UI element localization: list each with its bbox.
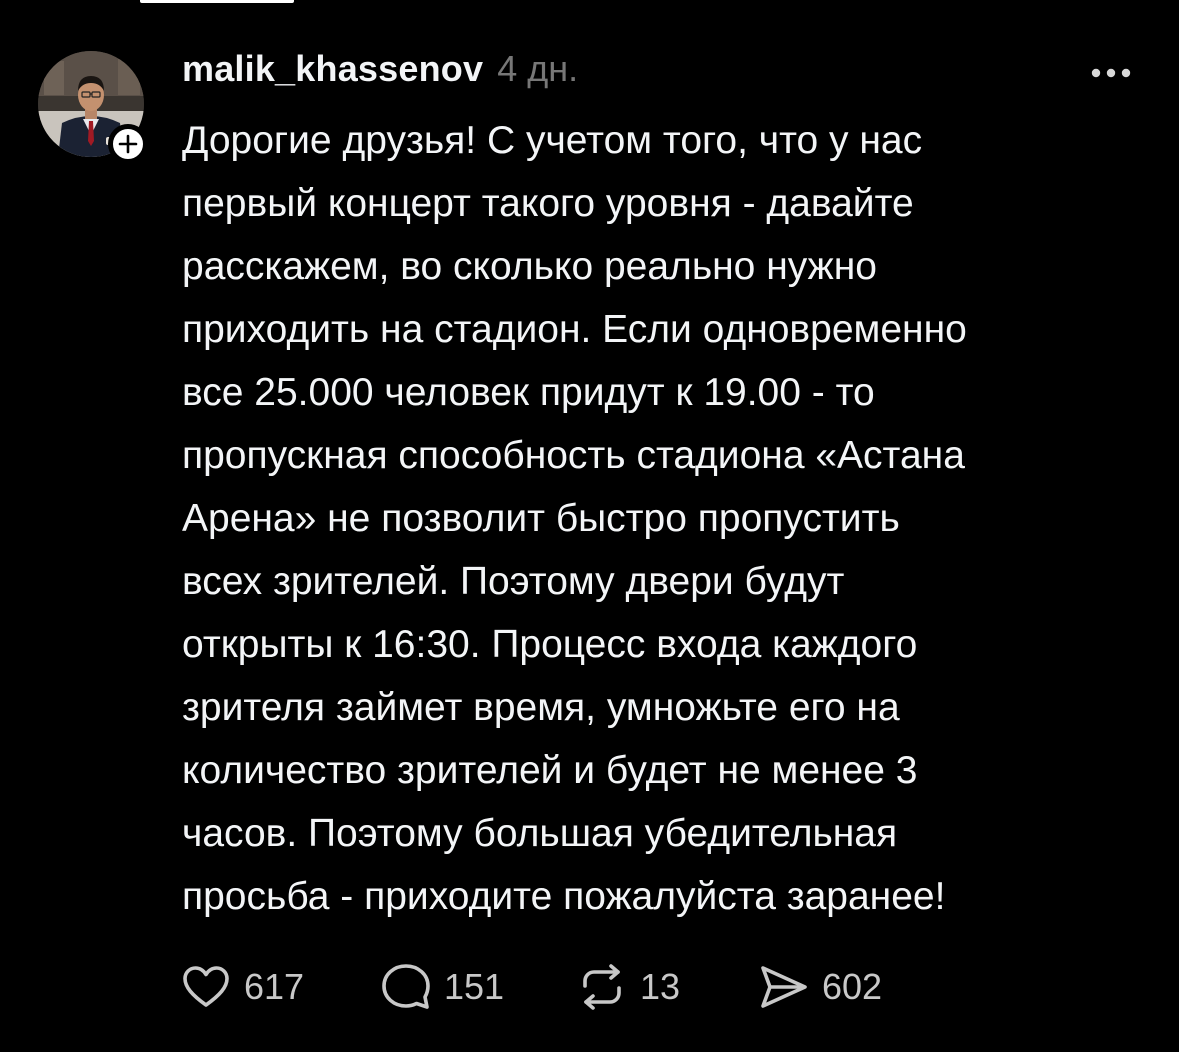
like-count: 617 bbox=[244, 966, 305, 1007]
share-count: 602 bbox=[822, 966, 883, 1007]
post-text-line: открыты к 16:30. Процесс входа каждого bbox=[182, 623, 918, 666]
comment-bubble-icon bbox=[380, 962, 432, 1012]
post-text-line: пропускная способность стадиона «Астана bbox=[182, 434, 965, 477]
post-actions-bar: 617 151 13 602 bbox=[180, 962, 940, 1012]
post-text-line: просьба - приходите пожалуйста заранее! bbox=[182, 875, 946, 918]
like-button[interactable]: 617 bbox=[180, 962, 304, 1012]
more-dots-icon bbox=[1091, 68, 1131, 78]
username-link[interactable]: malik_khassenov bbox=[182, 48, 483, 90]
send-paper-plane-icon bbox=[758, 962, 810, 1012]
reply-count: 151 bbox=[444, 966, 505, 1007]
repost-count: 13 bbox=[640, 966, 681, 1007]
repost-arrows-icon bbox=[576, 962, 628, 1012]
share-button[interactable]: 602 bbox=[758, 962, 882, 1012]
heart-icon bbox=[180, 962, 232, 1012]
post-header: malik_khassenov 4 дн. bbox=[182, 48, 578, 98]
reply-button[interactable]: 151 bbox=[380, 962, 504, 1012]
follow-button[interactable] bbox=[108, 124, 148, 164]
post-text-line: часов. Поэтому большая убедительная bbox=[182, 812, 898, 855]
post-text-line: все 25.000 человек придут к 19.00 - то bbox=[182, 371, 875, 414]
plus-icon bbox=[118, 134, 138, 154]
post-text-line: Дорогие друзья! С учетом того, что у нас bbox=[182, 119, 923, 162]
post-text-line: Арена» не позволит быстро пропустить bbox=[182, 497, 900, 540]
post-body-text: Дорогие друзья! С учетом того, что у нас… bbox=[182, 109, 1142, 928]
post-text-line: приходить на стадион. Если одновременно bbox=[182, 308, 967, 351]
post-text-line: зрителя займет время, умножьте его на bbox=[182, 686, 900, 729]
more-options-button[interactable] bbox=[1086, 58, 1136, 88]
thread-post: malik_khassenov 4 дн. Дорогие друзья! С … bbox=[0, 0, 1179, 1052]
post-text-line: первый концерт такого уровня - давайте bbox=[182, 182, 914, 225]
repost-button[interactable]: 13 bbox=[576, 962, 680, 1012]
post-text-line: всех зрителей. Поэтому двери будут bbox=[182, 560, 845, 603]
post-text-line: расскажем, во сколько реально нужно bbox=[182, 245, 877, 288]
post-timestamp: 4 дн. bbox=[497, 48, 579, 89]
avatar-container[interactable] bbox=[38, 51, 148, 164]
post-text-line: количество зрителей и будет не менее 3 bbox=[182, 749, 918, 792]
